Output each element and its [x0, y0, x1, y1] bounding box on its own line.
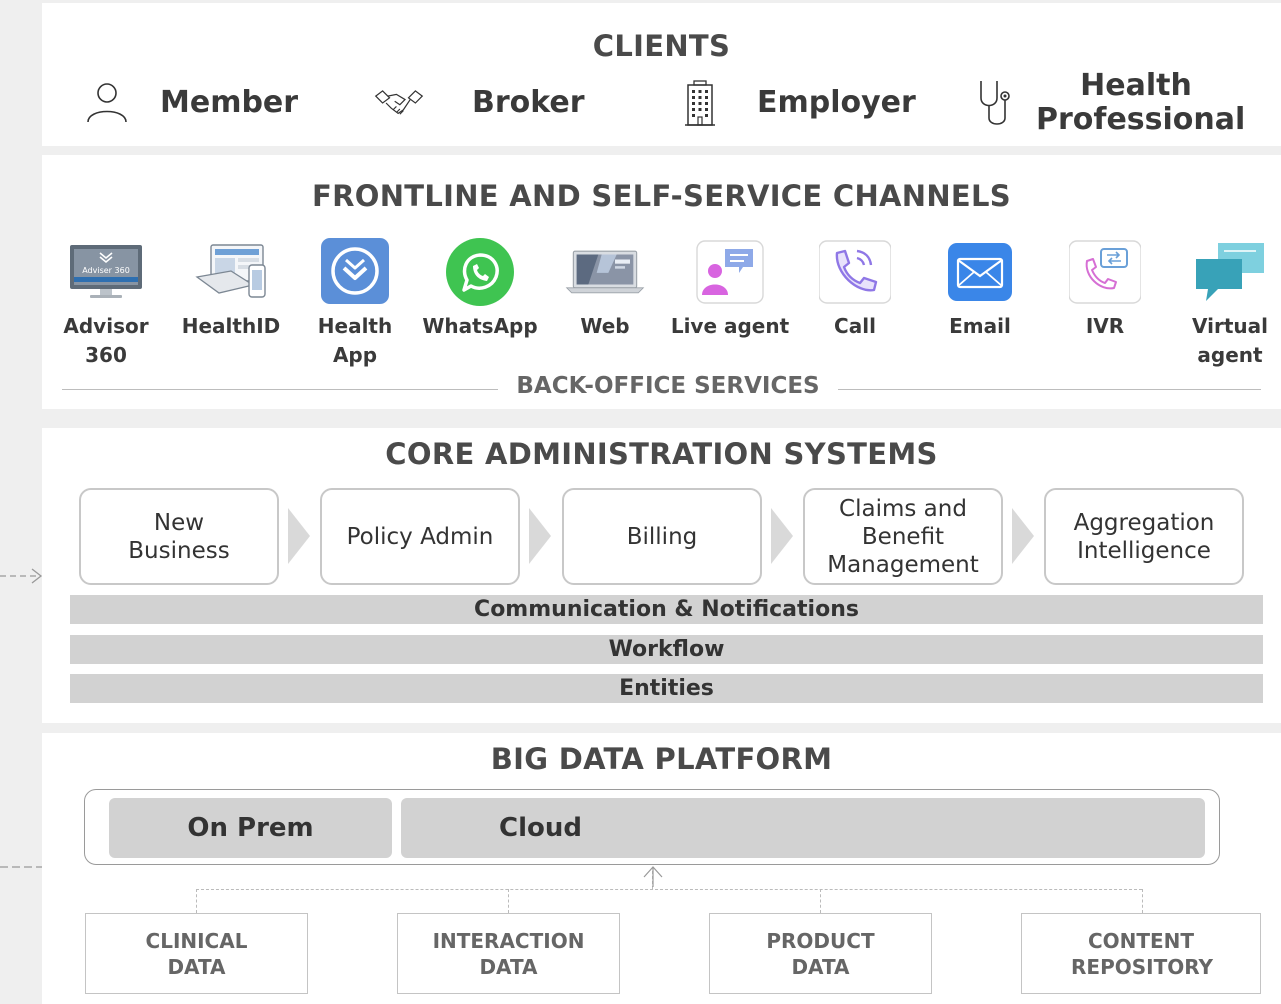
person-icon: [82, 78, 132, 128]
source-label: CLINICAL DATA: [145, 928, 248, 979]
on-prem-cell: On Prem: [109, 798, 392, 858]
chevron-right-icon: [1012, 508, 1034, 564]
client-label: Broker: [472, 85, 585, 120]
source-product-data: PRODUCT DATA: [709, 913, 932, 994]
channel-email: Email: [918, 238, 1042, 341]
channel-health-app: Health App: [293, 238, 417, 370]
source-label: CONTENT REPOSITORY: [1071, 928, 1214, 979]
laptop-icon: [565, 238, 645, 306]
handshake-icon: [374, 78, 424, 128]
source-content-repository: CONTENT REPOSITORY: [1021, 913, 1261, 994]
client-label: Health Professional: [1036, 68, 1246, 137]
phone-icon: [815, 238, 895, 306]
connector-line: [1142, 889, 1143, 913]
bar-communication: Communication & Notifications: [70, 595, 1263, 624]
speech-bubbles-icon: [1190, 238, 1270, 306]
process-label: New Business: [128, 509, 230, 564]
channel-call: Call: [793, 238, 917, 341]
channel-whatsapp: WhatsApp: [418, 238, 542, 341]
channels-title: FRONTLINE AND SELF-SERVICE CHANNELS: [312, 179, 1011, 213]
channel-label: Advisor 360: [63, 314, 149, 367]
client-label: Employer: [757, 85, 916, 120]
chevron-right-icon: [529, 508, 551, 564]
monitor-screen-text: Adviser 360: [82, 266, 130, 275]
source-interaction-data: INTERACTION DATA: [397, 913, 620, 994]
channel-virtual-agent: Virtual agent: [1168, 238, 1281, 370]
process-billing: Billing: [562, 488, 762, 585]
source-clinical-data: CLINICAL DATA: [85, 913, 308, 994]
channel-label: IVR: [1085, 314, 1125, 338]
ivr-icon: [1065, 238, 1145, 306]
bar-entities: Entities: [70, 674, 1263, 703]
building-icon: [675, 78, 725, 128]
envelope-icon: [940, 238, 1020, 306]
incoming-dashed-line: [0, 866, 44, 868]
process-label: Billing: [626, 523, 698, 550]
channels-panel: FRONTLINE AND SELF-SERVICE CHANNELS Advi…: [42, 155, 1281, 409]
stethoscope-icon: [970, 78, 1020, 128]
channel-label: Call: [834, 314, 876, 338]
client-health-professional: Health Professional: [970, 68, 1246, 138]
bar-workflow: Workflow: [70, 635, 1263, 664]
channel-label: Email: [949, 314, 1011, 338]
channel-label: Live agent: [670, 314, 790, 338]
channel-ivr: IVR: [1043, 238, 1167, 341]
divider-line: [838, 389, 1261, 390]
core-title: CORE ADMINISTRATION SYSTEMS: [385, 437, 938, 471]
process-new-business: New Business: [79, 488, 279, 585]
back-office-label: BACK-OFFICE SERVICES: [498, 373, 838, 399]
process-aggregation-intelligence: Aggregation Intelligence: [1044, 488, 1244, 585]
source-label: PRODUCT DATA: [766, 928, 875, 979]
client-employer: Employer: [675, 68, 916, 138]
channel-advisor-360: Adviser 360 Advisor 360: [44, 238, 168, 370]
whatsapp-icon: [440, 238, 520, 306]
devices-icon: [191, 238, 271, 306]
bigdata-title: BIG DATA PLATFORM: [490, 742, 833, 776]
process-claims-benefit: Claims and Benefit Management: [803, 488, 1003, 585]
client-broker: Broker: [374, 68, 585, 138]
channel-healthid: HealthID: [169, 238, 293, 341]
divider-line: [62, 389, 502, 390]
process-label: Policy Admin: [346, 523, 494, 550]
process-label: Claims and Benefit Management: [827, 495, 979, 578]
channel-label: HealthID: [181, 314, 281, 338]
source-label: INTERACTION DATA: [432, 928, 585, 979]
process-label: Aggregation Intelligence: [1073, 509, 1215, 564]
channel-label: Web: [580, 314, 630, 338]
chevron-right-icon: [288, 508, 310, 564]
clients-title: CLIENTS: [592, 29, 731, 63]
client-member: Member: [82, 68, 298, 138]
connector-line: [196, 889, 1142, 890]
channel-label: Health App: [317, 314, 393, 367]
arrow-up-icon: [643, 866, 663, 887]
channel-label: WhatsApp: [422, 314, 538, 338]
core-admin-panel: CORE ADMINISTRATION SYSTEMS New Business…: [42, 428, 1281, 723]
big-data-panel: BIG DATA PLATFORM On Prem Cloud CLINICAL…: [42, 733, 1281, 1004]
app-icon: [315, 238, 395, 306]
client-label: Member: [160, 85, 299, 120]
clients-panel: CLIENTS Member Broker Employer Health Pr…: [42, 3, 1281, 146]
channel-web: Web: [543, 238, 667, 341]
process-policy-admin: Policy Admin: [320, 488, 520, 585]
connector-line: [196, 889, 197, 913]
connector-line: [508, 889, 509, 913]
connector-line: [820, 889, 821, 913]
chevron-right-icon: [771, 508, 793, 564]
channel-live-agent: Live agent: [668, 238, 792, 341]
chat-agent-icon: [690, 238, 770, 306]
monitor-icon: Adviser 360: [66, 238, 146, 306]
incoming-arrow-icon: [0, 568, 43, 584]
cloud-cell: Cloud: [401, 798, 1205, 858]
channel-label: Virtual agent: [1192, 314, 1268, 367]
